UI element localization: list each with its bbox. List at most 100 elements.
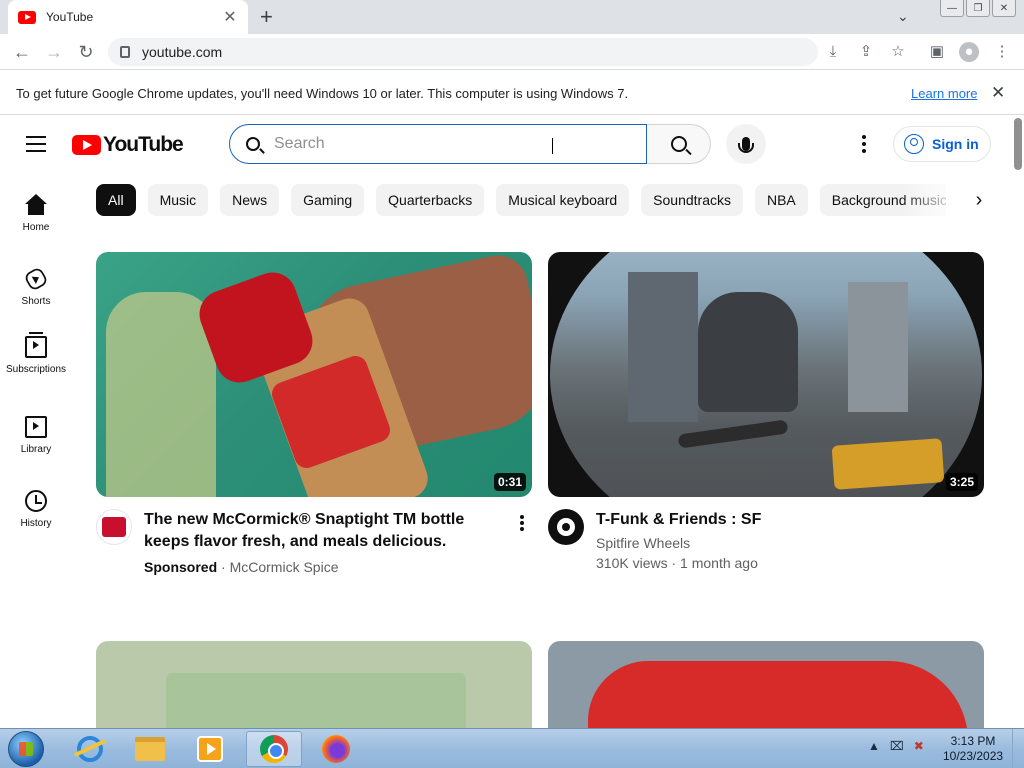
scrollbar-thumb[interactable]: [1014, 118, 1022, 170]
chip-gaming[interactable]: Gaming: [291, 184, 365, 216]
guide-item-label: History: [20, 518, 52, 529]
forward-button[interactable]: →: [42, 41, 66, 63]
sponsored-badge: Sponsored: [144, 559, 218, 575]
chip-soundtracks[interactable]: Soundtracks: [641, 184, 743, 216]
show-desktop-button[interactable]: [1012, 729, 1024, 768]
download-icon[interactable]: ⤓: [823, 42, 843, 62]
chrome-menu-icon[interactable]: ⋮: [992, 42, 1012, 62]
learn-more-link[interactable]: Learn more: [911, 86, 977, 101]
profile-icon[interactable]: ●: [959, 42, 979, 62]
new-tab-button[interactable]: +: [260, 5, 273, 29]
youtube-favicon-icon: [18, 10, 36, 24]
tab-close-icon[interactable]: ✕: [222, 7, 238, 27]
history-icon: [25, 490, 47, 512]
account-icon: [904, 134, 924, 154]
channel-name[interactable]: McCormick Spice: [230, 559, 339, 575]
search-glass-icon: [670, 136, 687, 152]
infobar-message: To get future Google Chrome updates, you…: [16, 86, 629, 101]
video-thumbnail-next-1[interactable]: [96, 641, 532, 731]
chip-music[interactable]: Music: [147, 184, 209, 216]
sign-in-button[interactable]: Sign in: [893, 126, 991, 162]
chips-fade: [900, 184, 960, 216]
chip-quarterbacks[interactable]: Quarterbacks: [376, 184, 485, 216]
address-bar[interactable]: youtube.com: [108, 38, 818, 66]
home-icon: [25, 194, 47, 216]
back-button[interactable]: ←: [10, 41, 34, 63]
clock[interactable]: 3:13 PM 10/23/2023: [943, 734, 1003, 764]
guide-item-label: Library: [20, 444, 52, 455]
page-scrollbar[interactable]: [1012, 116, 1024, 728]
clock-date: 10/23/2023: [943, 749, 1004, 763]
video-thumbnail-mccormick[interactable]: 0:31: [96, 252, 532, 497]
infobar-close-icon[interactable]: ✕: [991, 83, 1005, 103]
spitfire-logo-icon: [557, 518, 575, 536]
bookmark-star-icon[interactable]: ☆: [888, 42, 908, 62]
file-explorer-icon[interactable]: [122, 731, 178, 767]
start-button[interactable]: [8, 731, 44, 767]
chip-musical-keyboard[interactable]: Musical keyboard: [496, 184, 630, 216]
byline-separator: ·: [221, 559, 226, 575]
video-title[interactable]: The new McCormick® Snaptight TM bottle k…: [144, 509, 514, 553]
lock-icon[interactable]: [120, 46, 130, 58]
mccormick-logo-icon: [102, 517, 126, 537]
media-player-icon[interactable]: [182, 731, 238, 767]
microphone-icon: [738, 137, 754, 153]
video-thumbnail-next-2[interactable]: [548, 641, 984, 731]
video-duration: 0:31: [493, 473, 526, 491]
firefox-icon[interactable]: [308, 731, 364, 767]
guide-item-label: Home: [22, 222, 50, 233]
video-stats: 310K views · 1 month ago: [596, 555, 758, 571]
settings-menu-icon[interactable]: [862, 135, 868, 156]
youtube-header: YouTube Sign in: [0, 116, 1024, 172]
guide-item-home[interactable]: Home: [0, 194, 72, 233]
clock-time: 3:13 PM: [950, 734, 996, 748]
chip-all[interactable]: All: [96, 184, 136, 216]
close-window-button[interactable]: ✕: [992, 0, 1016, 17]
video-menu-icon[interactable]: [520, 515, 526, 533]
video-thumbnail-tfunk[interactable]: 3:25: [548, 252, 984, 497]
guide-item-history[interactable]: History: [0, 490, 72, 529]
guide-menu-icon[interactable]: [26, 136, 46, 157]
update-infobar: To get future Google Chrome updates, you…: [0, 71, 1024, 115]
library-icon: [25, 416, 47, 438]
subscriptions-icon: [25, 332, 47, 358]
channel-name[interactable]: Spitfire Wheels: [596, 533, 976, 553]
volume-muted-icon[interactable]: ✖: [914, 739, 924, 753]
chip-news[interactable]: News: [220, 184, 280, 216]
system-tray: ▲ ⌧ ✖: [868, 739, 924, 753]
chrome-icon[interactable]: [246, 731, 302, 767]
chips-next-chevron-icon[interactable]: ›: [964, 186, 994, 214]
tab-title: YouTube: [46, 10, 94, 24]
side-panel-icon[interactable]: ▣: [927, 42, 947, 62]
network-icon[interactable]: ⌧: [890, 739, 904, 753]
maximize-button[interactable]: ❐: [966, 0, 990, 17]
chip-nba[interactable]: NBA: [754, 184, 808, 216]
minimize-button[interactable]: —: [940, 0, 964, 17]
tray-expand-icon[interactable]: ▲: [868, 739, 880, 753]
search-input[interactable]: [274, 135, 604, 153]
search-box[interactable]: [229, 124, 647, 164]
browser-tab-youtube[interactable]: YouTube ✕: [8, 0, 248, 34]
guide-item-library[interactable]: Library: [0, 416, 72, 455]
youtube-logo[interactable]: YouTube: [72, 133, 184, 157]
internet-explorer-icon[interactable]: [62, 731, 118, 767]
search-button[interactable]: [647, 124, 711, 164]
reload-button[interactable]: ↻: [74, 41, 98, 63]
share-icon[interactable]: ⇪: [856, 42, 876, 62]
guide-item-label: Shorts: [21, 296, 51, 307]
browser-toolbar: ← → ↻ youtube.com ⤓ ⇪ ☆ ▣ ● ⋮: [0, 34, 1024, 70]
tab-search-chevron-icon[interactable]: ⌄: [897, 8, 909, 25]
voice-search-button[interactable]: [726, 124, 766, 164]
channel-avatar[interactable]: [96, 509, 132, 545]
video-details: The new McCormick® Snaptight TM bottle k…: [144, 509, 514, 577]
guide-item-label: Subscriptions: [5, 364, 67, 375]
guide-item-subscriptions[interactable]: Subscriptions: [0, 332, 72, 375]
search-icon: [246, 137, 260, 151]
address-url[interactable]: youtube.com: [142, 44, 222, 60]
tab-strip: YouTube ✕ + ⌄ — ❐ ✕: [0, 0, 1024, 34]
guide-item-shorts[interactable]: Shorts: [0, 266, 72, 307]
shorts-icon: [23, 266, 49, 292]
channel-avatar[interactable]: [548, 509, 584, 545]
sign-in-label: Sign in: [932, 136, 979, 152]
video-title[interactable]: T-Funk & Friends : SF: [596, 509, 976, 531]
